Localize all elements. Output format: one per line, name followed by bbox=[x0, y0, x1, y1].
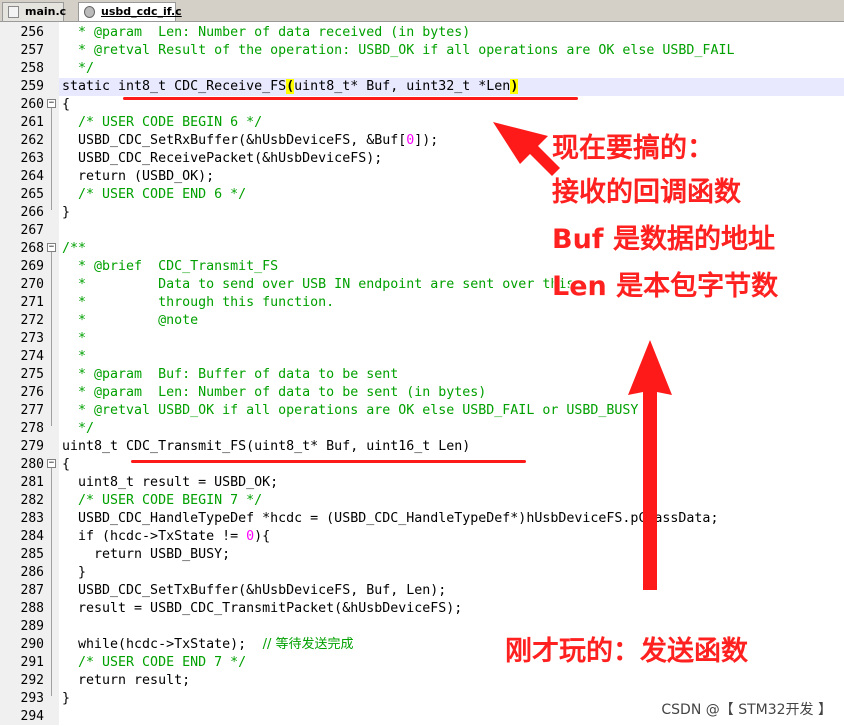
arrow-to-transmit-icon bbox=[628, 340, 672, 590]
annotation-line: 现在要搞的： bbox=[552, 133, 714, 164]
watermark: CSDN @【 STM32开发 】 bbox=[661, 702, 832, 718]
annotation-line: Len 是本包字节数 bbox=[552, 271, 779, 302]
arrow-annotations bbox=[493, 122, 672, 590]
annotation-line: Buf 是数据的地址 bbox=[552, 224, 775, 255]
annotation-bottom: 刚才玩的：发送函数 bbox=[505, 636, 748, 667]
arrow-to-receive-icon bbox=[493, 122, 560, 176]
annotation-line: 接收的回调函数 bbox=[552, 177, 741, 208]
